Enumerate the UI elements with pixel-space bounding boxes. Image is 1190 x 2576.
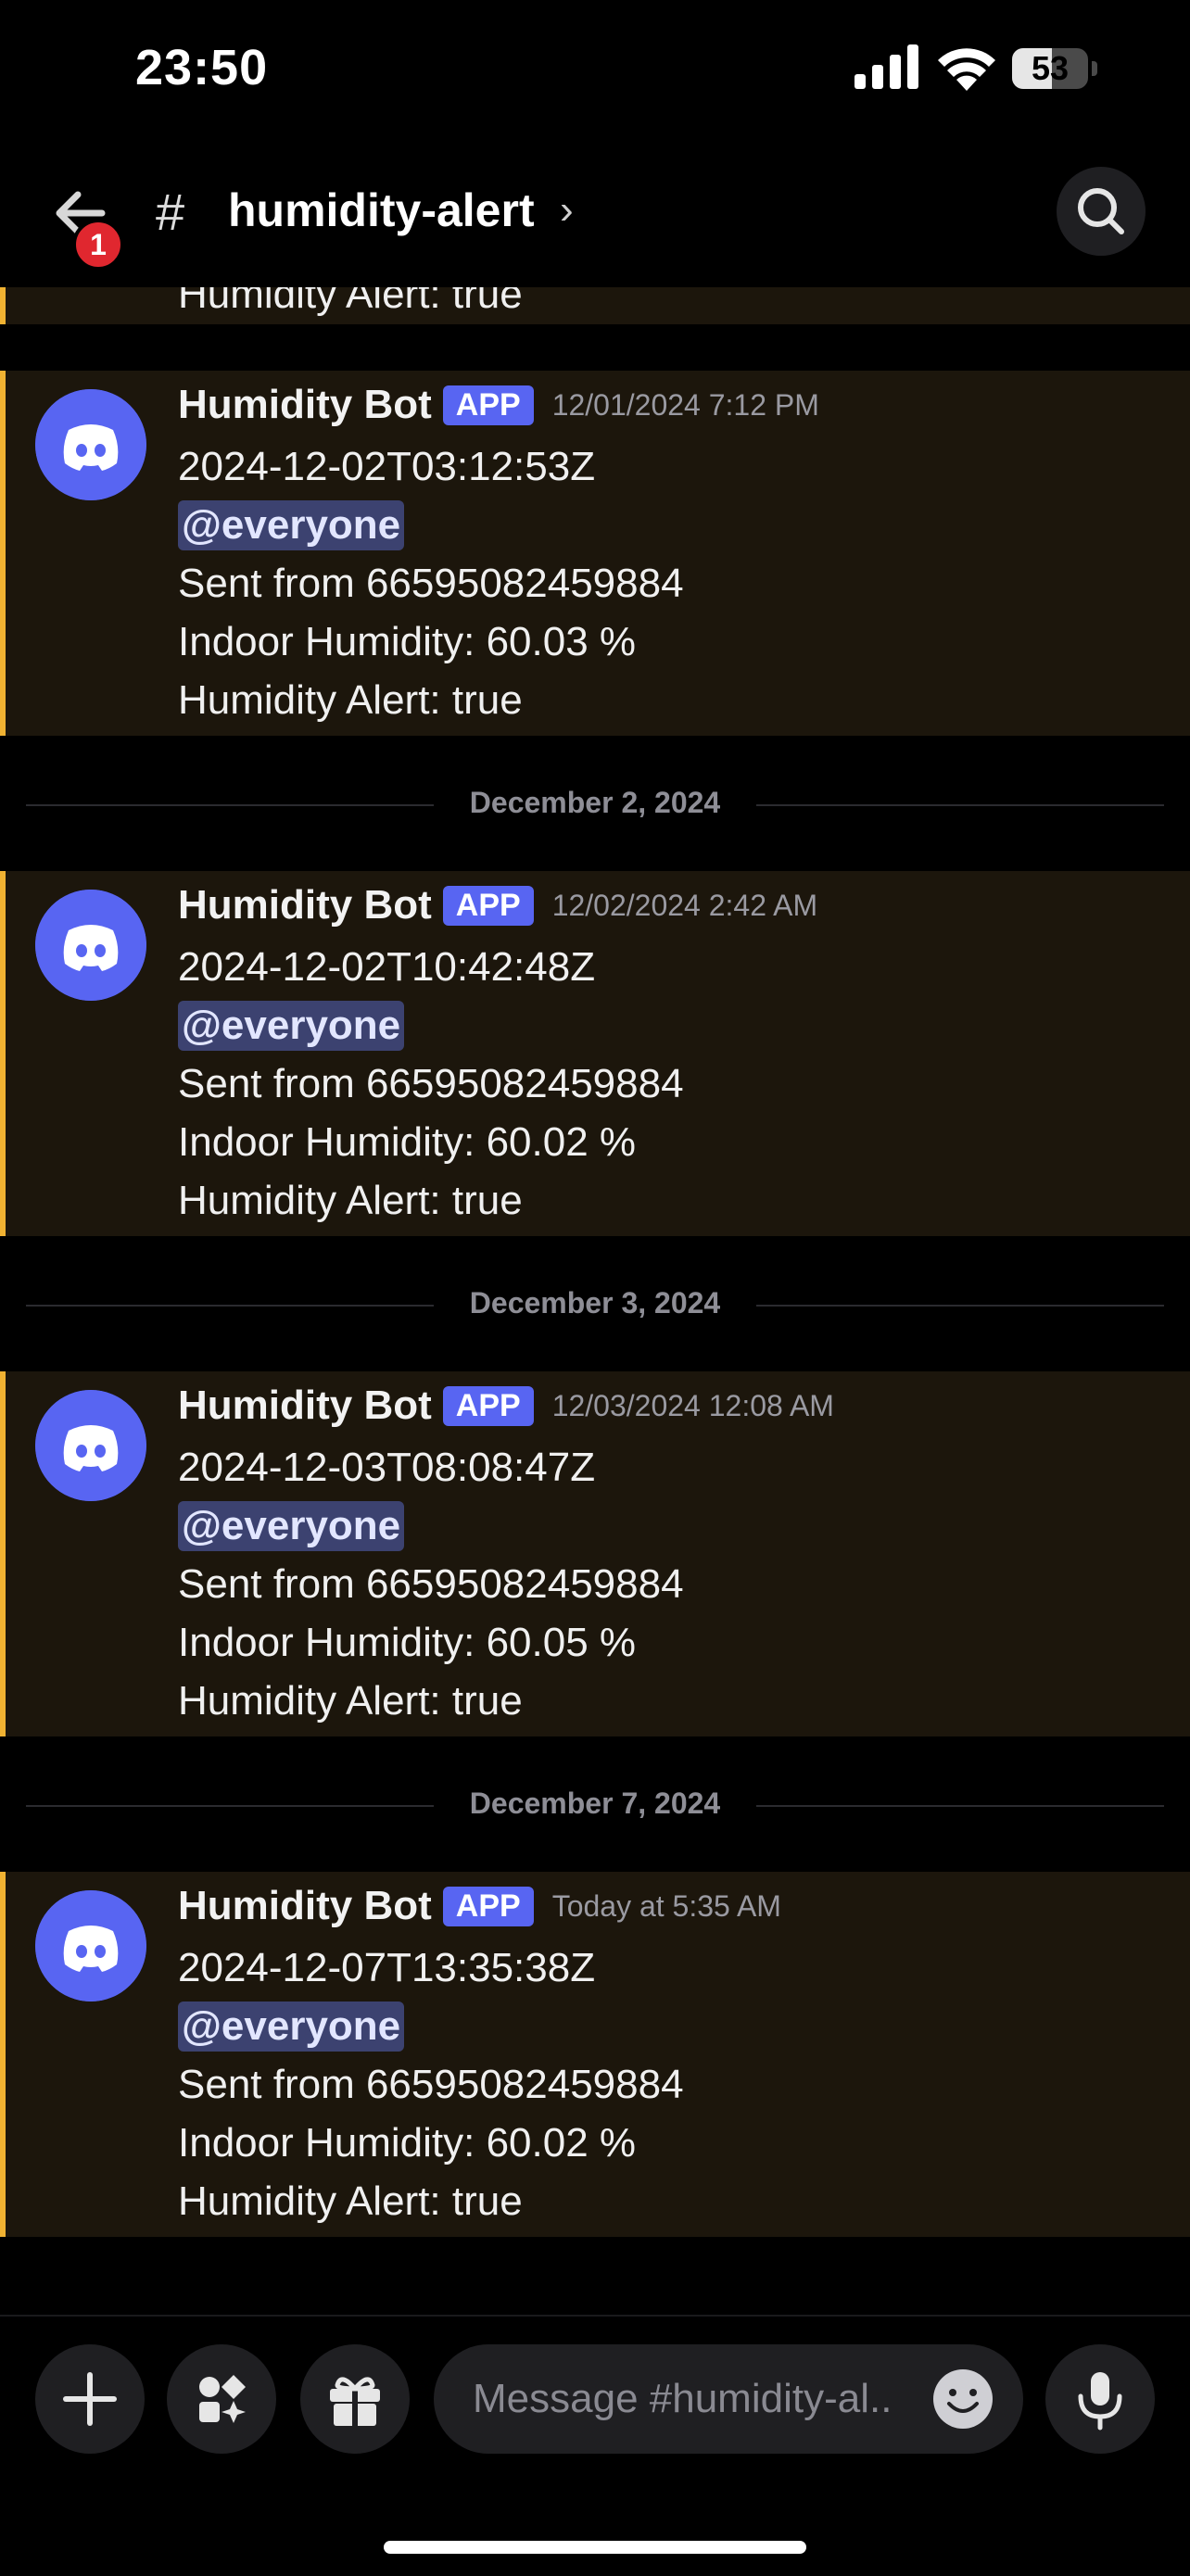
- mention-everyone[interactable]: @everyone: [178, 1001, 405, 1051]
- wifi-icon: [938, 48, 995, 91]
- date-separator: December 2, 2024: [26, 786, 1164, 823]
- date-separator-label: December 2, 2024: [469, 786, 721, 819]
- message-partial: Humidity Alert: true: [0, 287, 1190, 324]
- notification-badge: 1: [72, 219, 124, 271]
- discord-logo-icon[interactable]: [35, 1390, 146, 1501]
- app-badge: APP: [442, 1886, 534, 1926]
- date-separator: December 7, 2024: [26, 1787, 1164, 1824]
- message-input[interactable]: Message #humidity-al..: [434, 2344, 1023, 2454]
- message-author[interactable]: Humidity Bot: [178, 882, 432, 928]
- channel-header: 1 # humidity-alert ›: [0, 139, 1190, 287]
- message-line: Humidity Alert: true: [178, 2178, 523, 2224]
- voice-message-button[interactable]: [1045, 2344, 1155, 2454]
- date-separator: December 3, 2024: [26, 1286, 1164, 1323]
- search-icon: [1078, 188, 1124, 234]
- message-line: 2024-12-02T03:12:53Z: [178, 444, 596, 489]
- cellular-signal-icon: [855, 44, 918, 89]
- discord-logo-icon[interactable]: [35, 890, 146, 1001]
- message-line: 2024-12-02T10:42:48Z: [178, 944, 596, 990]
- battery-indicator: 53: [1012, 48, 1099, 89]
- gift-icon: [330, 2377, 380, 2426]
- message-line: Sent from 66595082459884: [178, 2062, 684, 2107]
- apps-icon: [199, 2375, 246, 2423]
- battery-percent: 53: [1031, 49, 1070, 87]
- mention-everyone[interactable]: @everyone: [178, 1501, 405, 1551]
- message-timestamp: 12/03/2024 12:08 AM: [551, 1388, 834, 1422]
- status-bar: 23:50 53: [0, 0, 1190, 139]
- add-button[interactable]: [35, 2344, 145, 2454]
- message-line: 2024-12-07T13:35:38Z: [178, 1945, 596, 1990]
- message-line: Humidity Alert: true: [178, 1178, 523, 1223]
- message-line: Indoor Humidity: 60.05 %: [178, 1620, 637, 1665]
- message-line: Humidity Alert: true: [178, 677, 523, 723]
- discord-logo-icon[interactable]: [35, 1890, 146, 2001]
- message-line: Humidity Alert: true: [178, 1678, 523, 1724]
- app-badge: APP: [442, 1385, 534, 1426]
- search-button[interactable]: [1057, 167, 1146, 256]
- message-line: Sent from 66595082459884: [178, 561, 684, 606]
- app-badge: APP: [442, 385, 534, 425]
- app-badge: APP: [442, 885, 534, 926]
- microphone-icon: [1078, 2372, 1122, 2431]
- channel-title[interactable]: humidity-alert: [228, 183, 535, 237]
- message-timestamp: 12/01/2024 7:12 PM: [551, 387, 819, 422]
- plus-icon: [63, 2372, 117, 2426]
- message-timestamp: 12/02/2024 2:42 AM: [551, 888, 818, 922]
- message-line: Indoor Humidity: 60.03 %: [178, 619, 637, 664]
- apps-button[interactable]: [167, 2344, 276, 2454]
- emoji-icon[interactable]: [932, 2368, 994, 2430]
- mention-everyone[interactable]: @everyone: [178, 2001, 405, 2052]
- message-line: Indoor Humidity: 60.02 %: [178, 2120, 637, 2166]
- message-line: 2024-12-03T08:08:47Z: [178, 1445, 596, 1490]
- message-item[interactable]: Humidity Bot APP 12/02/2024 2:42 AM 2024-1…: [0, 871, 1190, 1236]
- message-line: Sent from 66595082459884: [178, 1061, 684, 1106]
- message-author[interactable]: Humidity Bot: [178, 1883, 432, 1928]
- message-author[interactable]: Humidity Bot: [178, 382, 432, 427]
- message-line: Humidity Alert: true: [178, 287, 523, 317]
- discord-logo-icon[interactable]: [35, 389, 146, 500]
- message-input-placeholder: Message #humidity-al..: [473, 2376, 892, 2421]
- mention-everyone[interactable]: @everyone: [178, 500, 405, 550]
- chevron-right-icon[interactable]: ›: [560, 187, 574, 234]
- message-composer: Message #humidity-al..: [0, 2315, 1190, 2576]
- channel-hash-icon: #: [156, 183, 185, 241]
- message-timestamp: Today at 5:35 AM: [551, 1888, 781, 1923]
- message-line: Sent from 66595082459884: [178, 1561, 684, 1607]
- status-time: 23:50: [135, 40, 269, 95]
- gift-button[interactable]: [300, 2344, 410, 2454]
- message-author[interactable]: Humidity Bot: [178, 1383, 432, 1428]
- date-separator-label: December 3, 2024: [469, 1286, 721, 1320]
- message-item[interactable]: Humidity Bot APP 12/03/2024 12:08 AM 2024-…: [0, 1371, 1190, 1736]
- message-item[interactable]: Humidity Bot APP 12/01/2024 7:12 PM 2024-1…: [0, 371, 1190, 736]
- date-separator-label: December 7, 2024: [469, 1787, 721, 1820]
- message-item[interactable]: Humidity Bot APP Today at 5:35 AM 2024-12-…: [0, 1872, 1190, 2237]
- message-line: Indoor Humidity: 60.02 %: [178, 1119, 637, 1165]
- message-list[interactable]: Humidity Alert: true Humidity Bot APP 12/0…: [0, 287, 1190, 2317]
- home-indicator[interactable]: [384, 2541, 806, 2554]
